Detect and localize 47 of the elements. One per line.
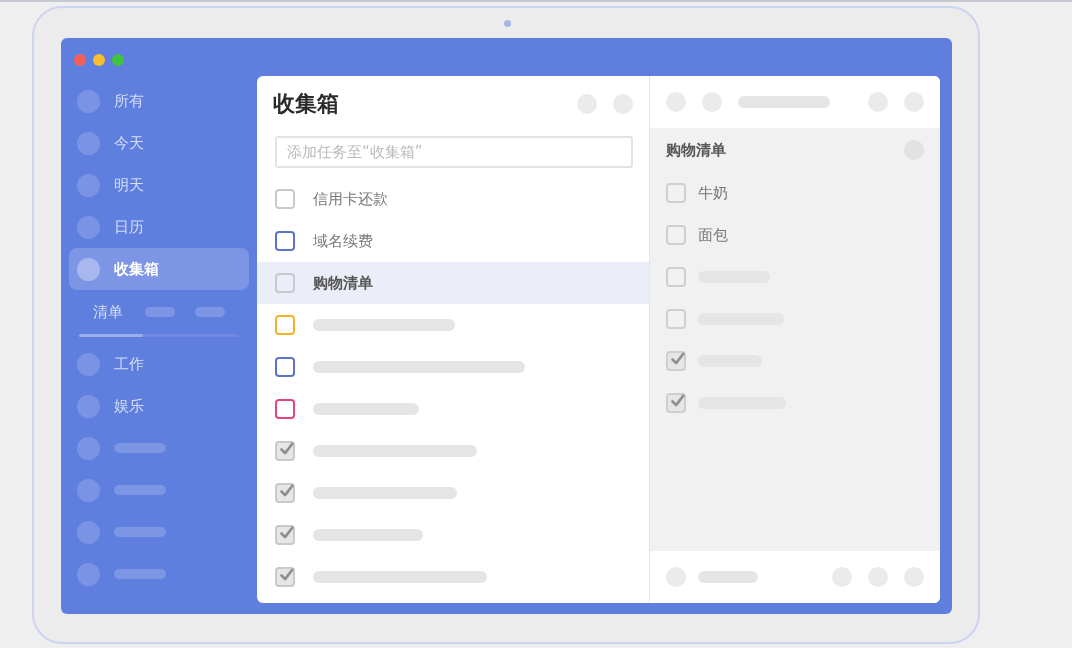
list-icon-placeholder xyxy=(77,436,100,460)
task-checkbox[interactable] xyxy=(275,483,295,503)
sidebar-item[interactable]: 工作 xyxy=(69,343,249,385)
task-row[interactable]: 信用卡还款 xyxy=(257,178,649,220)
list-icon-placeholder xyxy=(77,520,100,544)
item-checkbox[interactable] xyxy=(666,351,686,371)
task-checkbox[interactable] xyxy=(275,231,295,251)
sidebar-item[interactable]: 日历 xyxy=(69,206,249,248)
detail-title: 购物清单 xyxy=(666,140,726,160)
task-row[interactable]: 域名续费 xyxy=(257,220,649,262)
list-name-placeholder xyxy=(114,485,166,495)
sidebar-item[interactable]: 娱乐 xyxy=(69,385,249,427)
list-name-placeholder xyxy=(114,443,166,453)
list-icon-placeholder xyxy=(77,562,100,586)
camera-dot xyxy=(504,20,511,27)
item-label: 牛奶 xyxy=(698,183,728,203)
item-label: 面包 xyxy=(698,225,728,245)
list-icon-placeholder xyxy=(77,478,100,502)
sidebar-item[interactable]: 今天 xyxy=(69,122,249,164)
item-checkbox[interactable] xyxy=(666,267,686,287)
task-row[interactable]: 购物清单 xyxy=(257,262,649,304)
close-button[interactable] xyxy=(74,54,86,66)
tab-placeholder xyxy=(195,307,225,317)
item-checkbox[interactable] xyxy=(666,309,686,329)
tab-placeholder xyxy=(145,307,175,317)
add-task-field[interactable]: 添加任务至“收集箱” xyxy=(275,136,633,168)
item-checkbox[interactable] xyxy=(666,225,686,245)
sidebar-item[interactable]: 所有 xyxy=(69,80,249,122)
sidebar-item[interactable]: 明天 xyxy=(69,164,249,206)
minimize-button[interactable] xyxy=(93,54,105,66)
task-checkbox[interactable] xyxy=(275,357,295,377)
sidebar-item[interactable]: 收集箱 xyxy=(69,248,249,290)
task-checkbox[interactable] xyxy=(275,273,295,293)
item-checkbox[interactable] xyxy=(666,393,686,413)
task-checkbox[interactable] xyxy=(275,567,295,587)
task-checkbox[interactable] xyxy=(275,441,295,461)
task-checkbox[interactable] xyxy=(275,189,295,209)
task-checkbox[interactable] xyxy=(275,315,295,335)
list-title: 收集箱 xyxy=(273,90,339,118)
list-name-placeholder xyxy=(114,569,166,579)
task-checkbox[interactable] xyxy=(275,525,295,545)
lists-tab[interactable]: 清单 xyxy=(93,302,123,322)
item-checkbox[interactable] xyxy=(666,183,686,203)
zoom-button[interactable] xyxy=(112,54,124,66)
footer-placeholder xyxy=(698,571,758,583)
task-checkbox[interactable] xyxy=(275,399,295,419)
list-name-placeholder xyxy=(114,527,166,537)
